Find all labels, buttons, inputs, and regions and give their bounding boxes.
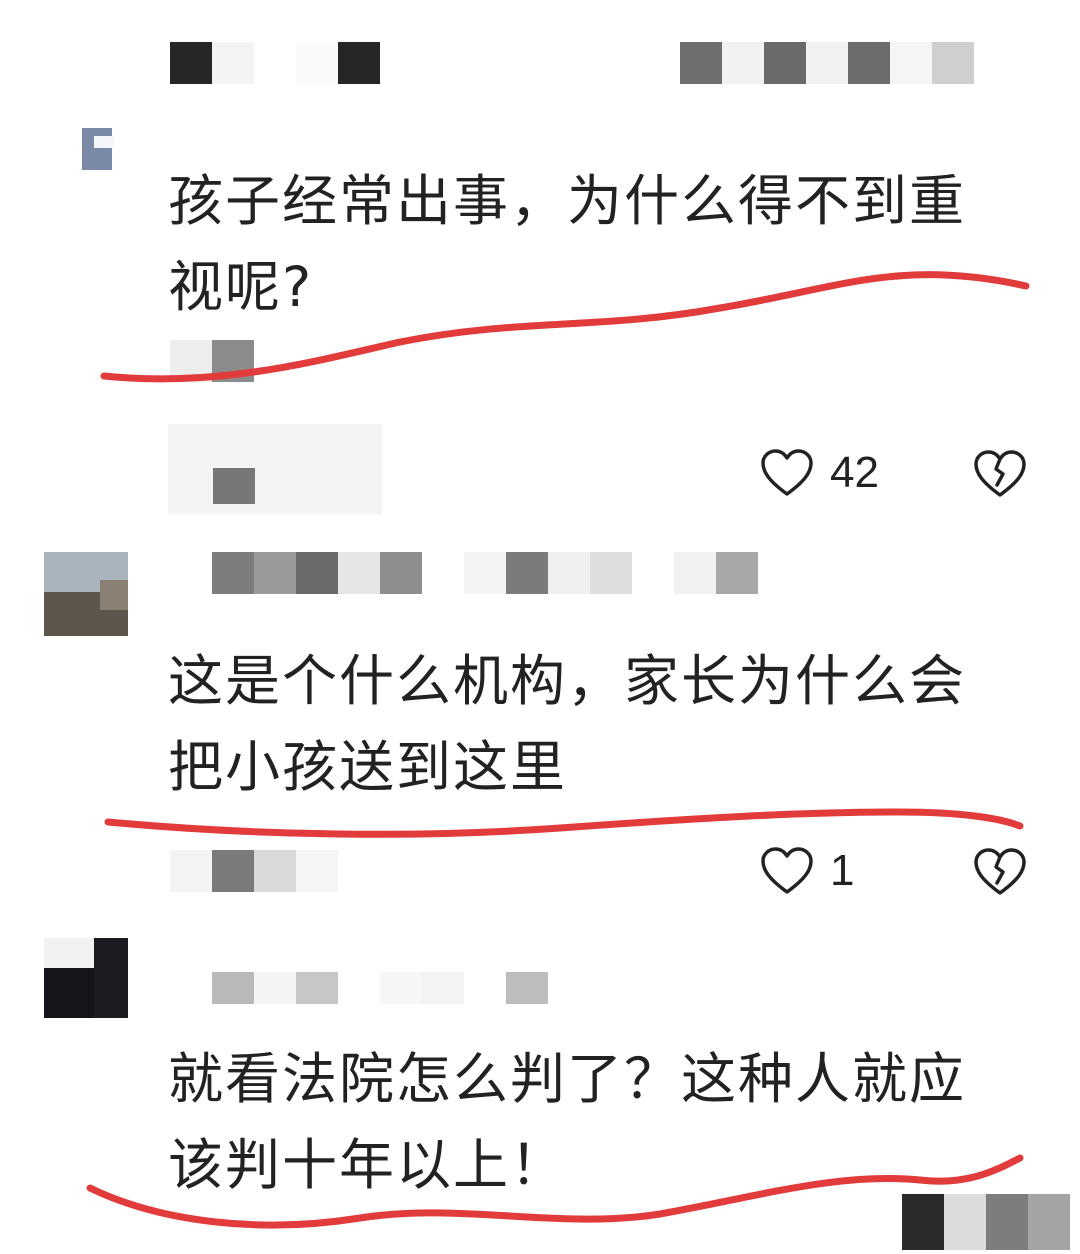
underline-2: [104, 808, 1024, 838]
broken-heart-icon: [972, 846, 1028, 898]
like-button[interactable]: 1: [760, 846, 854, 896]
avatar[interactable]: [44, 552, 128, 636]
dislike-button[interactable]: [972, 846, 1028, 898]
like-button[interactable]: 42: [760, 448, 879, 498]
censored-username: [212, 552, 758, 594]
dislike-button[interactable]: [972, 448, 1028, 500]
broken-heart-icon: [972, 448, 1028, 500]
avatar[interactable]: [44, 938, 128, 1018]
censored-corner: [902, 1194, 1070, 1250]
censored-meta: [170, 340, 254, 382]
comment-text: 孩子经常出事，为什么得不到重视呢?: [168, 169, 967, 319]
comment-text: 就看法院怎么判了？这种人就应该判十年以上！: [168, 1047, 967, 1197]
censored-username: [212, 972, 548, 1004]
censored-header-right: [680, 42, 974, 84]
like-count: 1: [830, 846, 855, 895]
avatar[interactable]: [82, 128, 127, 170]
censored-reply-box: [168, 424, 382, 514]
heart-outline-icon: [760, 448, 814, 498]
heart-outline-icon: [760, 846, 814, 896]
censored-meta: [170, 850, 338, 892]
comment-text: 这是个什么机构，家长为什么会把小孩送到这里: [168, 649, 967, 799]
like-count: 42: [830, 448, 879, 497]
censored-header-left: [170, 42, 380, 84]
